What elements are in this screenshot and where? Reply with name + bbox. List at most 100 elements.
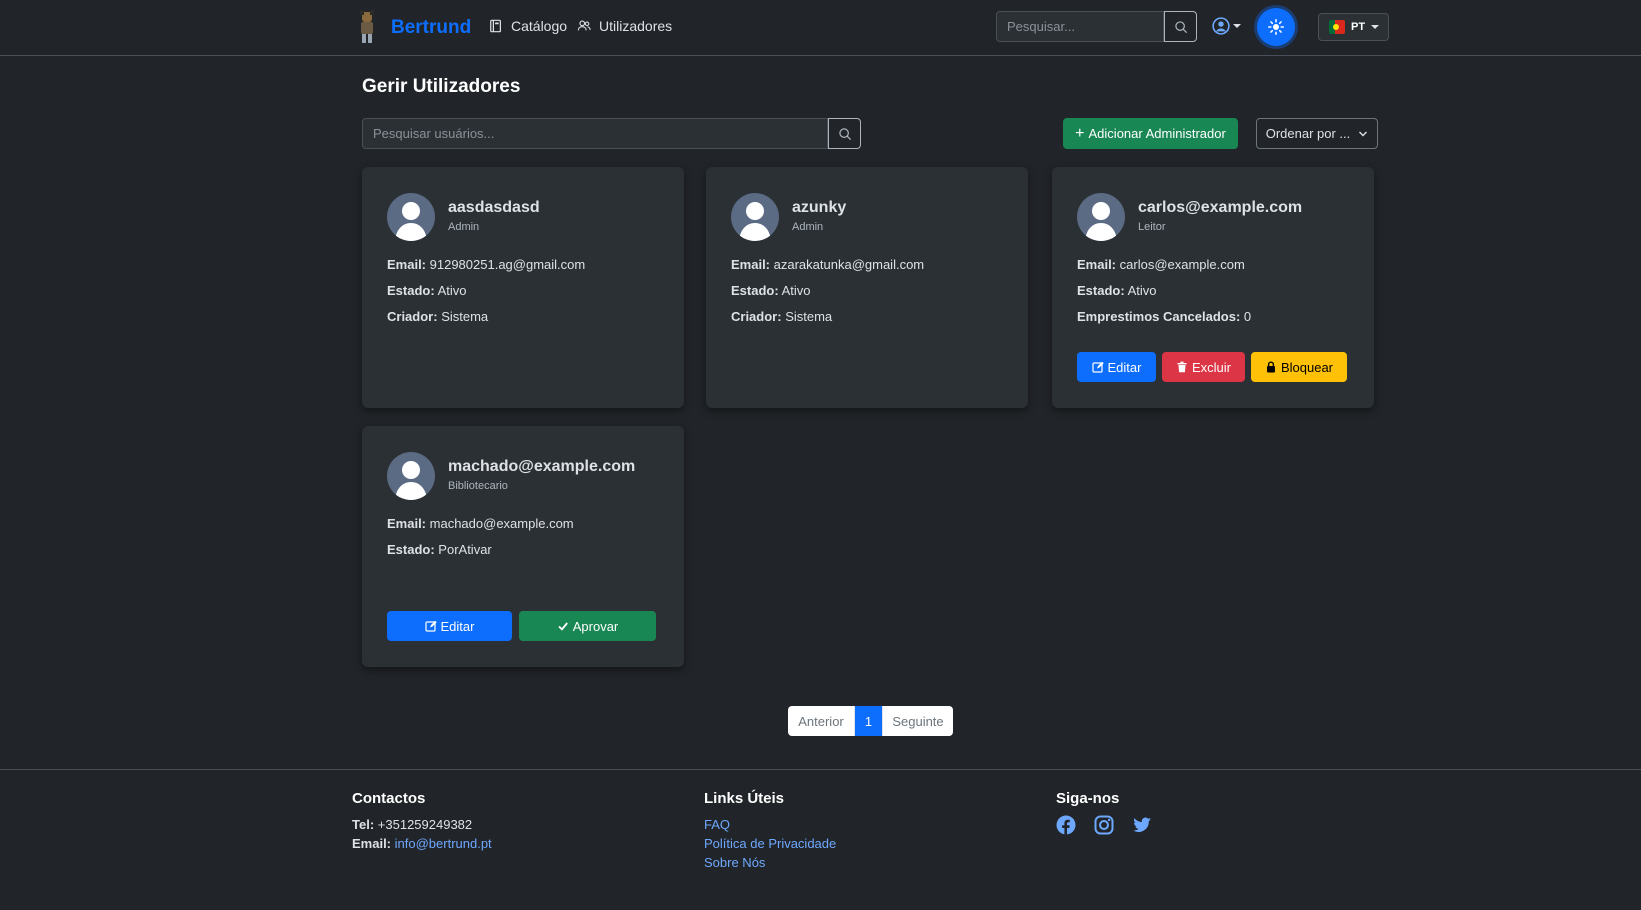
- brand[interactable]: Bertrund: [356, 10, 471, 44]
- avatar: [1077, 193, 1125, 241]
- check-icon: [558, 622, 568, 631]
- nav-users[interactable]: Utilizadores: [577, 18, 672, 34]
- user-status-row: Estado: Ativo: [387, 283, 466, 298]
- user-status-row: Estado: PorAtivar: [387, 542, 492, 557]
- social-icons: [1056, 815, 1152, 835]
- user-status-row: Estado: Ativo: [731, 283, 810, 298]
- search-icon: [1174, 20, 1187, 33]
- footer-links-title: Links Úteis: [704, 790, 785, 807]
- user-creator: Sistema: [441, 309, 489, 324]
- sort-label: Ordenar por ...: [1265, 126, 1351, 141]
- footer-tel-row: Tel: +351259249382: [352, 815, 492, 834]
- cancelled-loans-label: Emprestimos Cancelados:: [1077, 309, 1241, 324]
- user-status: PorAtivar: [438, 542, 492, 557]
- edit-icon: [424, 620, 437, 632]
- sun-icon: [1268, 19, 1284, 35]
- theme-toggle[interactable]: [1257, 8, 1295, 46]
- plus-icon: +: [1075, 124, 1085, 142]
- users-icon: [577, 20, 591, 31]
- user-creator-row: Criador: Sistema: [387, 309, 488, 324]
- nav-catalog-label: Catálogo: [511, 18, 568, 34]
- nav-search-button[interactable]: [1164, 11, 1197, 42]
- user-name: azunky: [792, 199, 847, 216]
- add-admin-button[interactable]: + Adicionar Administrador: [1063, 118, 1238, 149]
- user-creator: Sistema: [785, 309, 833, 324]
- user-search: [362, 118, 861, 149]
- user-email: machado@example.com: [429, 516, 574, 531]
- footer-links: Links Úteis FAQ Política de Privacidade …: [704, 790, 836, 872]
- language-selector[interactable]: PT: [1318, 13, 1389, 41]
- nav-catalog[interactable]: Catálogo: [489, 18, 567, 34]
- pagination-previous[interactable]: Anterior: [788, 706, 855, 736]
- block-button[interactable]: Bloquear: [1251, 352, 1347, 382]
- user-email: carlos@example.com: [1119, 257, 1245, 272]
- language-label: PT: [1351, 21, 1366, 33]
- email-label: Email:: [731, 257, 771, 272]
- facebook-icon[interactable]: [1056, 815, 1076, 835]
- nav-search: [996, 11, 1197, 42]
- user-role: Leitor: [1138, 221, 1166, 233]
- user-circle-icon: [1212, 17, 1230, 35]
- user-search-input[interactable]: [362, 118, 828, 149]
- user-role: Admin: [792, 221, 824, 233]
- pagination-next[interactable]: Seguinte: [883, 706, 953, 736]
- user-email-row: Email: 912980251.ag@gmail.com: [387, 257, 585, 272]
- user-card: aasdasdasd Admin Email: 912980251.ag@gma…: [362, 167, 684, 408]
- user-role: Bibliotecario: [448, 480, 508, 492]
- footer-link-faq[interactable]: FAQ: [704, 815, 836, 834]
- brand-logo-icon: [360, 10, 374, 43]
- sort-dropdown[interactable]: Ordenar por ...: [1256, 118, 1378, 149]
- user-email-row: Email: carlos@example.com: [1077, 257, 1245, 272]
- user-role: Admin: [448, 221, 480, 233]
- nav-users-label: Utilizadores: [599, 18, 673, 34]
- footer-link-privacy[interactable]: Política de Privacidade: [704, 834, 836, 853]
- book-icon: [490, 19, 501, 33]
- user-name: carlos@example.com: [1138, 199, 1303, 216]
- creator-label: Criador:: [731, 309, 782, 324]
- edit-button[interactable]: Editar: [1077, 352, 1156, 382]
- pagination: Anterior 1 Seguinte: [788, 706, 953, 736]
- creator-label: Criador:: [387, 309, 438, 324]
- delete-button[interactable]: Excluir: [1162, 352, 1245, 382]
- twitter-icon[interactable]: [1132, 815, 1152, 835]
- chevron-down-icon: [1371, 25, 1380, 29]
- user-card: carlos@example.com Leitor Email: carlos@…: [1052, 167, 1374, 408]
- approve-button[interactable]: Aprovar: [519, 611, 656, 641]
- user-email-row: Email: machado@example.com: [387, 516, 574, 531]
- edit-button[interactable]: Editar: [387, 611, 512, 641]
- user-card: machado@example.com Bibliotecario Email:…: [362, 426, 684, 667]
- edit-icon: [1091, 361, 1104, 373]
- pagination-page-1[interactable]: 1: [855, 706, 883, 736]
- user-name: machado@example.com: [448, 458, 636, 475]
- add-admin-label: Adicionar Administrador: [1088, 126, 1226, 141]
- user-status: Ativo: [1127, 283, 1157, 298]
- footer-tel: +351259249382: [377, 817, 473, 832]
- footer-social-title: Siga-nos: [1056, 790, 1120, 807]
- status-label: Estado:: [1077, 283, 1125, 298]
- status-label: Estado:: [387, 283, 435, 298]
- footer-email-link[interactable]: info@bertrund.pt: [395, 836, 492, 851]
- nav-search-input[interactable]: [996, 11, 1164, 42]
- approve-label: Aprovar: [572, 618, 619, 634]
- brand-name: Bertrund: [391, 17, 472, 38]
- avatar: [387, 452, 435, 500]
- email-label: Email:: [1077, 257, 1117, 272]
- user-menu[interactable]: [1212, 17, 1241, 35]
- lock-icon: [1266, 361, 1275, 373]
- edit-label: Editar: [440, 618, 475, 634]
- user-creator-row: Criador: Sistema: [731, 309, 832, 324]
- user-search-button[interactable]: [828, 118, 861, 149]
- user-status: Ativo: [437, 283, 467, 298]
- user-status-row: Estado: Ativo: [1077, 283, 1156, 298]
- user-cancelled-loans: 0: [1243, 309, 1252, 324]
- user-cancelled-loans-row: Emprestimos Cancelados: 0: [1077, 309, 1251, 324]
- user-email: azarakatunka@gmail.com: [773, 257, 925, 272]
- footer: Contactos Tel: +351259249382 Email: info…: [0, 769, 1641, 910]
- tel-label: Tel:: [352, 817, 375, 832]
- page-title: Gerir Utilizadores: [362, 76, 521, 97]
- user-email-row: Email: azarakatunka@gmail.com: [731, 257, 924, 272]
- email-label: Email:: [387, 516, 427, 531]
- trash-icon: [1177, 361, 1187, 373]
- footer-link-about[interactable]: Sobre Nós: [704, 853, 836, 872]
- instagram-icon[interactable]: [1094, 815, 1114, 835]
